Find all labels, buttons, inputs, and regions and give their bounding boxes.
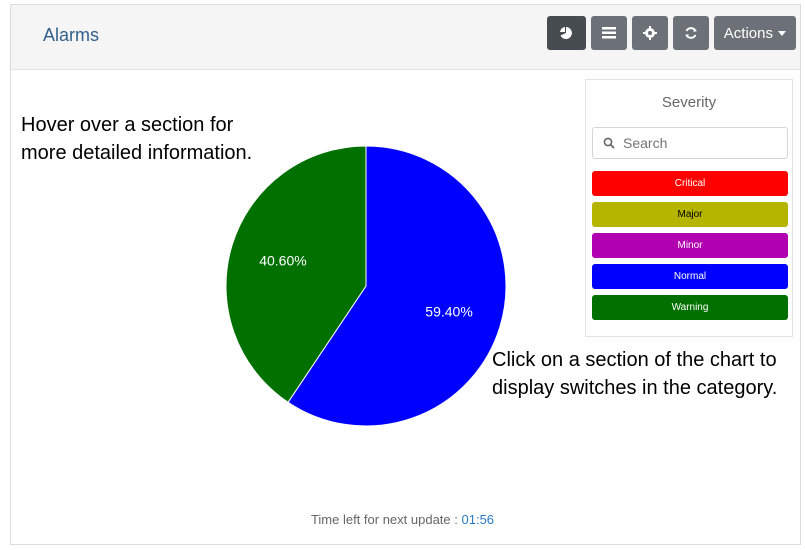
- refresh-icon: [684, 27, 697, 39]
- page-title: Alarms: [43, 25, 100, 45]
- chart-view-button[interactable]: [546, 16, 586, 50]
- severity-pie-chart: 59.40% 40.60%: [225, 145, 507, 427]
- severity-filter-minor[interactable]: Minor: [592, 233, 788, 258]
- refresh-button[interactable]: [672, 16, 709, 50]
- toolbar: Actions: [546, 16, 796, 50]
- list-view-button[interactable]: [590, 16, 627, 50]
- pie-slice-label: 59.40%: [425, 303, 472, 319]
- severity-legend: Severity Critical Major Minor Normal Warning: [585, 79, 793, 337]
- update-timer: 01:56: [461, 512, 495, 527]
- legend-title: Severity: [661, 94, 717, 111]
- settings-button[interactable]: [631, 16, 668, 50]
- legend-search: [592, 127, 788, 159]
- actions-dropdown[interactable]: Actions: [713, 16, 796, 50]
- search-input[interactable]: [621, 134, 775, 152]
- severity-filter-critical[interactable]: Critical: [592, 171, 788, 196]
- gear-icon: [642, 26, 657, 40]
- list-icon: [601, 27, 616, 39]
- severity-filter-warning[interactable]: Warning: [592, 295, 788, 320]
- search-icon: [603, 137, 615, 149]
- panel-header: Alarms Actions: [11, 5, 800, 70]
- severity-filter-normal[interactable]: Normal: [592, 264, 788, 289]
- pie-slice-label: 40.60%: [259, 253, 306, 269]
- pie-chart-icon: [560, 27, 573, 39]
- caret-down-icon: [778, 30, 786, 36]
- update-footer: Time left for next update : 01:56: [0, 512, 805, 527]
- severity-filter-major[interactable]: Major: [592, 202, 788, 227]
- update-label: Time left for next update :: [310, 512, 458, 527]
- actions-label: Actions: [723, 24, 773, 42]
